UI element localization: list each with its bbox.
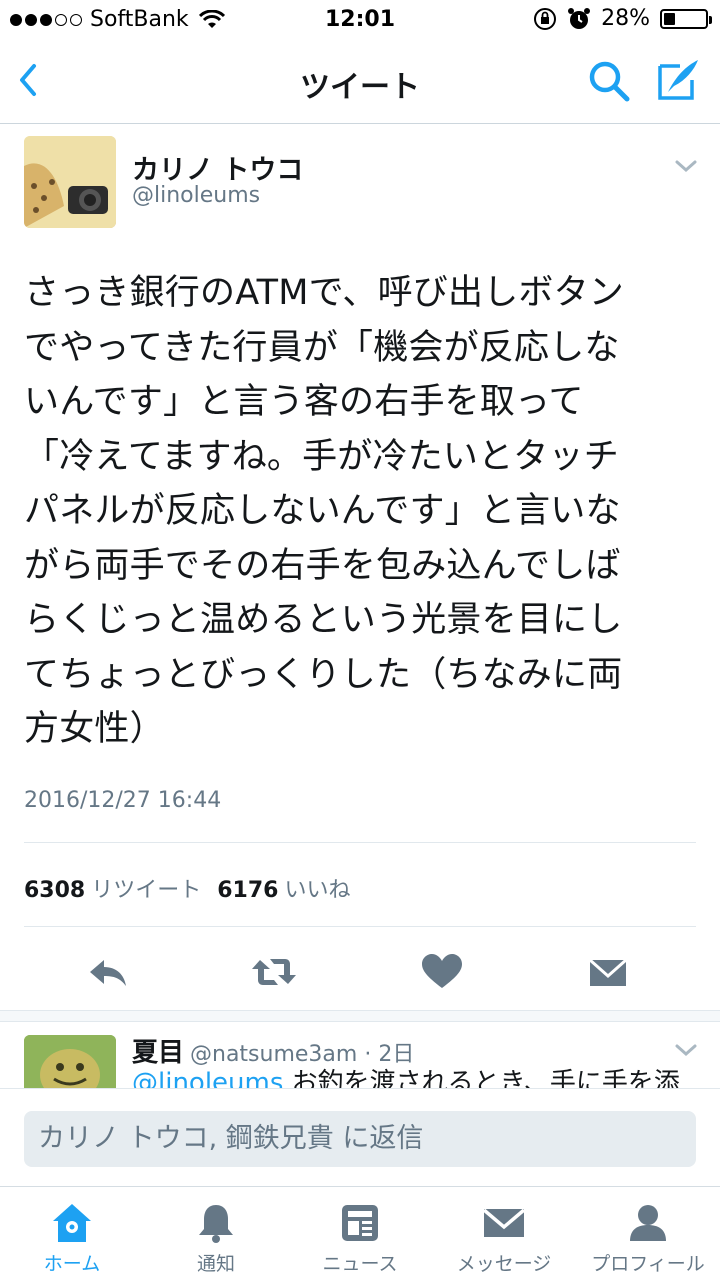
section-divider <box>0 1010 720 1022</box>
nav-header: ツイート <box>0 40 720 124</box>
chevron-down-icon[interactable] <box>674 1042 698 1058</box>
tweet-text: さっき銀行のATMで、呼び出しボタン でやってきた行員が「機会が反応しな いんで… <box>24 273 625 749</box>
reply-icon[interactable] <box>86 952 130 992</box>
envelope-icon <box>482 1208 526 1237</box>
direct-message-icon[interactable] <box>588 952 628 992</box>
chevron-down-icon[interactable] <box>674 158 698 174</box>
reply-text-clip: @linoleums お釣を渡されるとき、手に手を添 <box>132 1066 702 1088</box>
profile-icon <box>630 1205 666 1241</box>
tweet-actions <box>0 940 720 1010</box>
reply-meta: @natsume3am · 2日 <box>190 1042 415 1067</box>
like-label[interactable]: いいね <box>284 878 350 903</box>
tab-news[interactable]: ニュース <box>288 1187 432 1280</box>
news-icon <box>342 1205 378 1241</box>
battery-icon <box>660 8 712 29</box>
like-count[interactable]: 6176 <box>217 878 278 903</box>
retweet-count[interactable]: 6308 <box>24 878 85 903</box>
reply-avatar-photo <box>24 1035 116 1095</box>
reply-avatar[interactable] <box>24 1035 116 1095</box>
reply-handle[interactable]: @natsume3am <box>190 1042 357 1067</box>
battery-percent: 28% <box>601 6 650 31</box>
home-icon <box>53 1204 91 1242</box>
status-right: 28% <box>533 6 712 31</box>
bell-icon <box>199 1205 233 1243</box>
tab-label: ホーム <box>43 1253 101 1275</box>
reply-bar: カリノ トウコ, 鋼鉄兄貴 に返信 <box>0 1088 720 1184</box>
status-bar: SoftBank 12:01 28% <box>0 0 720 40</box>
reply-body: お釣を渡されるとき、手に手を添 <box>283 1068 680 1088</box>
reply-input[interactable]: カリノ トウコ, 鋼鉄兄貴 に返信 <box>24 1111 696 1167</box>
tab-notifications[interactable]: 通知 <box>144 1187 288 1280</box>
divider <box>24 842 696 843</box>
tab-home[interactable]: ホーム <box>0 1187 144 1280</box>
orientation-lock-icon <box>534 7 557 30</box>
tab-label: メッセージ <box>456 1253 552 1275</box>
tab-label: プロフィール <box>591 1253 705 1275</box>
tweet-user-handle[interactable]: @linoleums <box>132 183 260 208</box>
tab-messages[interactable]: メッセージ <box>432 1187 576 1280</box>
reply-mention[interactable]: @linoleums <box>132 1068 283 1088</box>
avatar-photo <box>24 136 116 228</box>
tab-label: 通知 <box>196 1253 235 1275</box>
tab-profile[interactable]: プロフィール <box>576 1187 720 1280</box>
compose-icon[interactable] <box>654 56 702 104</box>
retweet-label[interactable]: リツイート <box>91 878 201 903</box>
tweet-user-name[interactable]: カリノ トウコ <box>132 148 303 187</box>
search-icon[interactable] <box>586 58 632 104</box>
retweet-icon[interactable] <box>250 952 298 992</box>
heart-icon[interactable] <box>420 952 464 992</box>
tweet-stats: 6308 リツイート 6176 いいね <box>24 872 367 904</box>
avatar[interactable] <box>24 136 116 228</box>
reply-age: 2日 <box>378 1042 415 1067</box>
tweet-timestamp: 2016/12/27 16:44 <box>24 788 222 813</box>
divider <box>24 926 696 927</box>
reply-user-name[interactable]: 夏目 <box>132 1032 184 1069</box>
reply-text: @linoleums お釣を渡されるとき、手に手を添 <box>132 1066 702 1088</box>
tab-bar: ホーム 通知 ニュース メッセージ プロフィール <box>0 1186 720 1280</box>
alarm-icon <box>568 7 591 29</box>
tab-label: ニュース <box>322 1253 398 1275</box>
battery-level <box>664 12 676 25</box>
